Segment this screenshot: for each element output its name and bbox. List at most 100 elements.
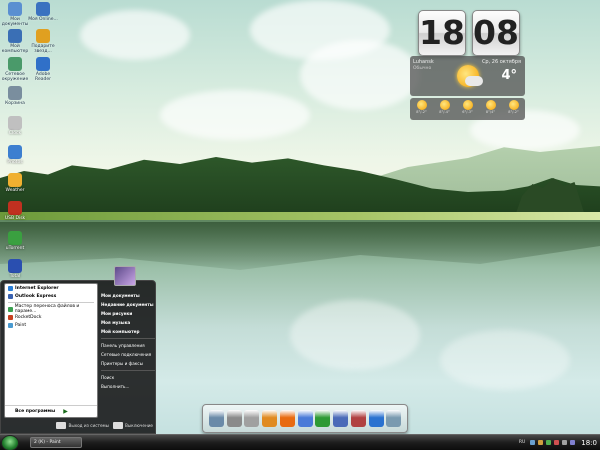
weather-forecast: 8°/-2° 8°/-4° 6°/-3° 8°/4° 8°/-2° <box>410 98 525 120</box>
start-button[interactable] <box>1 435 19 450</box>
clock-minutes: 08 <box>472 10 520 56</box>
shutdown-label: Выключение <box>125 422 153 428</box>
desktop-icon[interactable]: uTorrent <box>0 231 30 251</box>
program-label: Мастер переноса файлов и параме... <box>14 304 80 314</box>
pinned-program[interactable]: Outlook Express <box>5 292 97 300</box>
desktop-item-icon <box>8 29 22 43</box>
forecast-temp: 8°/4° <box>485 110 496 114</box>
start-menu-place[interactable]: Недавние документы <box>101 300 155 309</box>
start-menu-place[interactable]: Выполнить... <box>101 382 155 391</box>
sun-icon <box>485 100 496 110</box>
wallpaper-cloud-reflection <box>440 330 570 390</box>
start-menu: Internet Explorer Outlook Express Мастер … <box>0 266 156 434</box>
wallpaper-cloud <box>80 10 190 60</box>
dock-folder-icon[interactable] <box>262 410 277 427</box>
wallpaper-cloud <box>300 40 420 110</box>
forecast-temp: 8°/-2° <box>416 110 427 114</box>
desktop-icon[interactable]: Photos <box>0 145 30 165</box>
cloud-icon <box>465 76 483 86</box>
desktop-icon[interactable]: Мои документы <box>0 2 30 27</box>
start-menu-place[interactable]: Панель управления <box>101 341 155 350</box>
program-icon <box>8 293 13 299</box>
start-menu-place[interactable]: Сетевые подключения <box>101 350 155 359</box>
separator <box>101 370 155 371</box>
dock-ie-icon[interactable] <box>297 410 313 427</box>
weather-temperature: 4° <box>501 68 517 83</box>
desktop-icon[interactable]: Adobe Reader <box>28 57 58 82</box>
clock-hours: 18 <box>418 10 466 56</box>
desktop-icon[interactable]: Моя Online... <box>28 2 58 22</box>
recent-program[interactable]: Мастер переноса файлов и параме... <box>5 304 97 314</box>
dock-trash-icon[interactable] <box>386 410 402 427</box>
desktop-icon[interactable]: Сетевое окружение <box>0 57 30 82</box>
desktop-icon-label: Photos <box>7 160 23 165</box>
desktop-item-icon <box>8 201 22 215</box>
desktop-icon[interactable]: USB Disk <box>0 201 30 221</box>
desktop-item-icon <box>8 145 22 159</box>
forecast-temp: 8°/-2° <box>508 110 519 114</box>
desktop-icon[interactable]: Подарите звезд... <box>28 29 58 54</box>
dock-disk-icon[interactable] <box>226 410 242 427</box>
dock-tools-icon[interactable] <box>244 410 260 427</box>
start-menu-place[interactable]: Мои рисунки <box>101 309 155 318</box>
desktop-icon-label: Adobe Reader <box>35 72 51 82</box>
desktop-icon-label: USB Disk <box>4 216 26 221</box>
dock-docs-icon[interactable] <box>333 410 348 427</box>
dock-books-icon[interactable] <box>350 410 366 427</box>
desktop-icon-label: uTorrent <box>5 246 25 251</box>
program-icon <box>8 285 13 291</box>
forecast-day: 8°/-4° <box>436 100 454 120</box>
user-avatar[interactable] <box>114 266 136 286</box>
recent-program[interactable]: RocketDock <box>5 313 97 321</box>
logoff-button[interactable]: Выход из системы <box>56 421 109 429</box>
recent-programs: Мастер переноса файлов и параме... Rocket… <box>5 304 97 329</box>
wallpaper-cloud <box>160 90 310 140</box>
logoff-label: Выход из системы <box>68 422 109 428</box>
tray-app-icon[interactable] <box>554 440 560 445</box>
dock-globe-icon[interactable] <box>368 410 384 427</box>
forecast-day: 8°/4° <box>482 100 500 120</box>
recent-program[interactable]: Paint <box>5 321 97 329</box>
dock-firefox-icon[interactable] <box>279 410 295 427</box>
weather-panel[interactable]: Luhansk Обычно Ср, 26 октября 4° <box>410 56 525 96</box>
taskbar-button-paint[interactable]: 2 (К) - Paint <box>30 437 82 448</box>
program-icon <box>8 306 13 312</box>
start-menu-place[interactable]: Мои документы <box>101 291 155 300</box>
system-tray: RU 18:0 <box>519 437 597 448</box>
shutdown-button[interactable]: Выключение <box>113 421 153 429</box>
tray-app-icon[interactable] <box>570 440 576 445</box>
desktop-icon-label: Мои документы <box>1 17 29 27</box>
sun-icon <box>462 100 473 110</box>
dock-computer-icon[interactable] <box>208 410 224 427</box>
start-menu-place[interactable]: Моя музыка <box>101 318 155 327</box>
desktop-item-icon <box>8 116 22 130</box>
key-icon <box>56 421 67 429</box>
dock-utorrent-icon[interactable] <box>315 410 331 427</box>
arrow-right-icon: ▶ <box>63 408 68 415</box>
tray-app-icon[interactable] <box>530 440 536 445</box>
start-menu-place[interactable]: Поиск <box>101 373 155 382</box>
clock-gadget[interactable]: 18 08 Luhansk Обычно Ср, 26 октября 4° 8… <box>410 10 525 120</box>
desktop-icon[interactable]: Clock <box>0 116 30 136</box>
forecast-day: 8°/-2° <box>505 100 523 120</box>
desktop-icon-label: Сетевое окружение <box>1 72 29 82</box>
taskbar-clock[interactable]: 18:0 <box>581 439 597 447</box>
pinned-program[interactable]: Internet Explorer <box>5 284 97 292</box>
desktop-icon[interactable]: Корзина <box>0 86 30 106</box>
tray-app-icon[interactable] <box>562 440 568 445</box>
forecast-day: 6°/-3° <box>459 100 477 120</box>
language-indicator[interactable]: RU <box>519 440 525 445</box>
start-menu-place[interactable]: Принтеры и факсы <box>101 359 155 368</box>
separator <box>101 338 155 339</box>
taskbar-button-label: 2 (К) - Paint <box>34 440 61 445</box>
desktop-icon[interactable]: Weather <box>0 173 30 193</box>
tray-app-icon[interactable] <box>546 440 552 445</box>
desktop-item-icon <box>8 2 22 16</box>
tray-app-icon[interactable] <box>538 440 544 445</box>
program-icon <box>8 314 13 320</box>
all-programs-button[interactable]: Все программы ▶ <box>5 405 97 417</box>
desktop-icon[interactable]: Мой компьютер <box>0 29 30 54</box>
sun-icon <box>439 100 450 110</box>
desktop-item-icon <box>36 57 50 71</box>
start-menu-place[interactable]: Мой компьютер <box>101 327 155 336</box>
